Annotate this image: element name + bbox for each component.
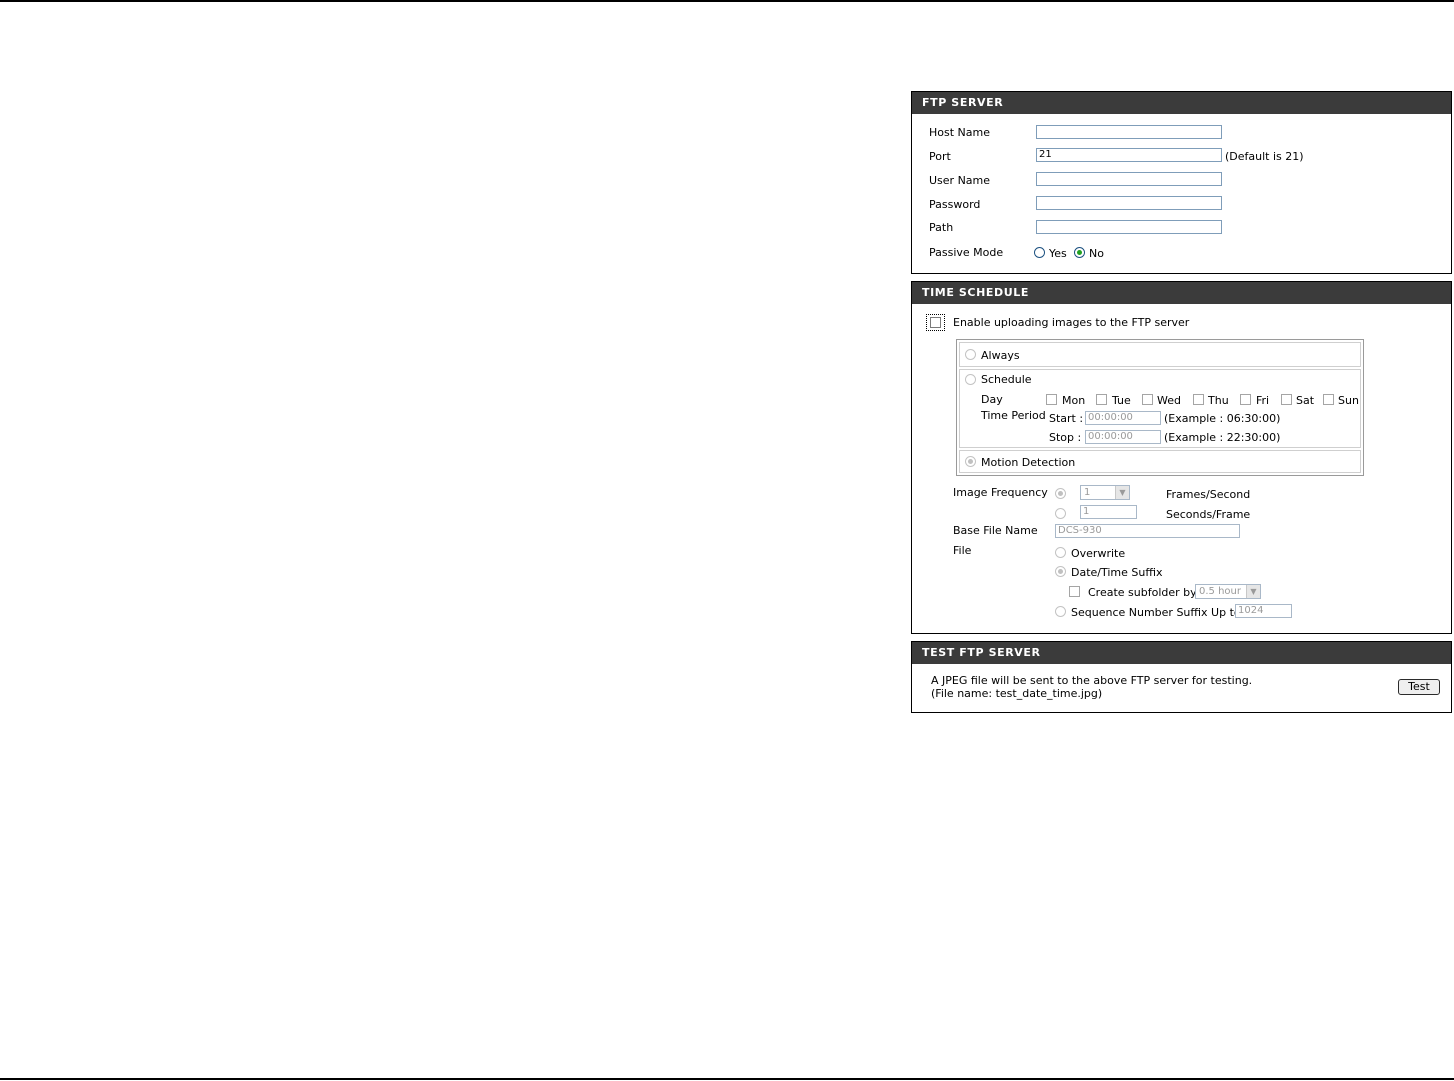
create-subfolder-checkbox[interactable] [1069, 586, 1080, 597]
sequence-suffix-radio[interactable] [1055, 606, 1066, 617]
datetime-suffix-radio[interactable] [1055, 566, 1066, 577]
seconds-unit-label: Seconds/Frame [1166, 508, 1251, 521]
overwrite-radio[interactable] [1055, 547, 1066, 558]
day-tue-label: Tue [1112, 394, 1131, 407]
day-tue-checkbox[interactable] [1096, 394, 1107, 405]
test-ftp-description: A JPEG file will be sent to the above FT… [931, 674, 1253, 687]
always-radio[interactable] [965, 349, 976, 360]
passive-no-radio[interactable] [1074, 247, 1085, 258]
test-ftp-filename: (File name: test_date_time.jpg) [931, 687, 1103, 700]
day-sat-label: Sat [1296, 394, 1315, 407]
sequence-limit-input[interactable]: 1024 [1235, 604, 1292, 618]
schedule-radio[interactable] [965, 374, 976, 385]
user-name-label: User Name [929, 174, 991, 187]
base-file-name-label: Base File Name [953, 524, 1038, 537]
port-hint: (Default is 21) [1225, 150, 1304, 163]
time-schedule-panel: TIME SCHEDULE Enable uploading images to… [911, 281, 1452, 634]
ftp-server-header: FTP SERVER [912, 92, 1451, 114]
day-mon-checkbox[interactable] [1046, 394, 1057, 405]
host-name-input[interactable] [1036, 125, 1222, 139]
motion-detection-radio[interactable] [965, 456, 976, 467]
motion-detection-label: Motion Detection [981, 456, 1076, 469]
bottom-rule [0, 1078, 1454, 1080]
frames-value: 1 [1084, 487, 1091, 498]
sequence-suffix-label: Sequence Number Suffix Up to [1071, 606, 1241, 619]
day-sun-label: Sun [1338, 394, 1359, 407]
test-button[interactable]: Test [1398, 679, 1440, 695]
time-period-label: Time Period [981, 409, 1046, 422]
day-sat-checkbox[interactable] [1281, 394, 1292, 405]
chevron-down-icon: ▼ [1246, 585, 1260, 598]
day-mon-label: Mon [1062, 394, 1086, 407]
port-label: Port [929, 150, 951, 163]
path-label: Path [929, 221, 954, 234]
port-input[interactable]: 21 [1036, 148, 1222, 162]
day-wed-checkbox[interactable] [1142, 394, 1153, 405]
time-schedule-header: TIME SCHEDULE [912, 282, 1451, 304]
seconds-per-frame-radio[interactable] [1055, 508, 1066, 519]
start-label: Start : [1049, 412, 1084, 425]
start-time-input[interactable]: 00:00:00 [1085, 411, 1161, 425]
stop-example: (Example : 22:30:00) [1164, 431, 1281, 444]
chevron-down-icon: ▼ [1115, 486, 1129, 499]
passive-mode-label: Passive Mode [929, 246, 1004, 259]
ftp-server-panel: FTP SERVER Host Name Port 21 (Default is… [911, 91, 1452, 274]
passive-yes-radio[interactable] [1034, 247, 1045, 258]
day-fri-label: Fri [1256, 394, 1270, 407]
day-sun-checkbox[interactable] [1323, 394, 1334, 405]
datetime-suffix-label: Date/Time Suffix [1071, 566, 1163, 579]
seconds-per-frame-input[interactable]: 1 [1080, 505, 1137, 519]
base-file-name-input[interactable]: DCS-930 [1055, 524, 1240, 538]
path-input[interactable] [1036, 220, 1222, 234]
day-wed-label: Wed [1157, 394, 1181, 407]
passive-no-label: No [1089, 247, 1104, 260]
stop-time-input[interactable]: 00:00:00 [1085, 430, 1161, 444]
overwrite-label: Overwrite [1071, 547, 1126, 560]
frames-per-second-radio[interactable] [1055, 488, 1066, 499]
enable-upload-checkbox[interactable] [930, 317, 941, 328]
frames-unit-label: Frames/Second [1166, 488, 1251, 501]
day-thu-checkbox[interactable] [1193, 394, 1204, 405]
host-name-label: Host Name [929, 126, 990, 139]
test-ftp-header: TEST FTP SERVER [912, 642, 1451, 664]
subfolder-select[interactable]: 0.5 hour ▼ [1195, 584, 1261, 599]
top-rule [0, 0, 1454, 2]
password-label: Password [929, 198, 981, 211]
day-fri-checkbox[interactable] [1240, 394, 1251, 405]
enable-upload-label: Enable uploading images to the FTP serve… [953, 316, 1190, 329]
image-frequency-label: Image Frequency [953, 486, 1048, 499]
user-name-input[interactable] [1036, 172, 1222, 186]
passive-yes-label: Yes [1049, 247, 1067, 260]
file-label: File [953, 544, 972, 557]
start-example: (Example : 06:30:00) [1164, 412, 1281, 425]
password-input[interactable] [1036, 196, 1222, 210]
day-thu-label: Thu [1208, 394, 1229, 407]
test-ftp-panel: TEST FTP SERVER A JPEG file will be sent… [911, 641, 1452, 713]
schedule-label: Schedule [981, 373, 1032, 386]
frames-per-second-select[interactable]: 1 ▼ [1080, 485, 1130, 500]
always-label: Always [981, 349, 1020, 362]
subfolder-value: 0.5 hour [1199, 586, 1241, 597]
stop-label: Stop : [1049, 431, 1082, 444]
day-label: Day [981, 393, 1003, 406]
create-subfolder-label: Create subfolder by [1088, 586, 1197, 599]
